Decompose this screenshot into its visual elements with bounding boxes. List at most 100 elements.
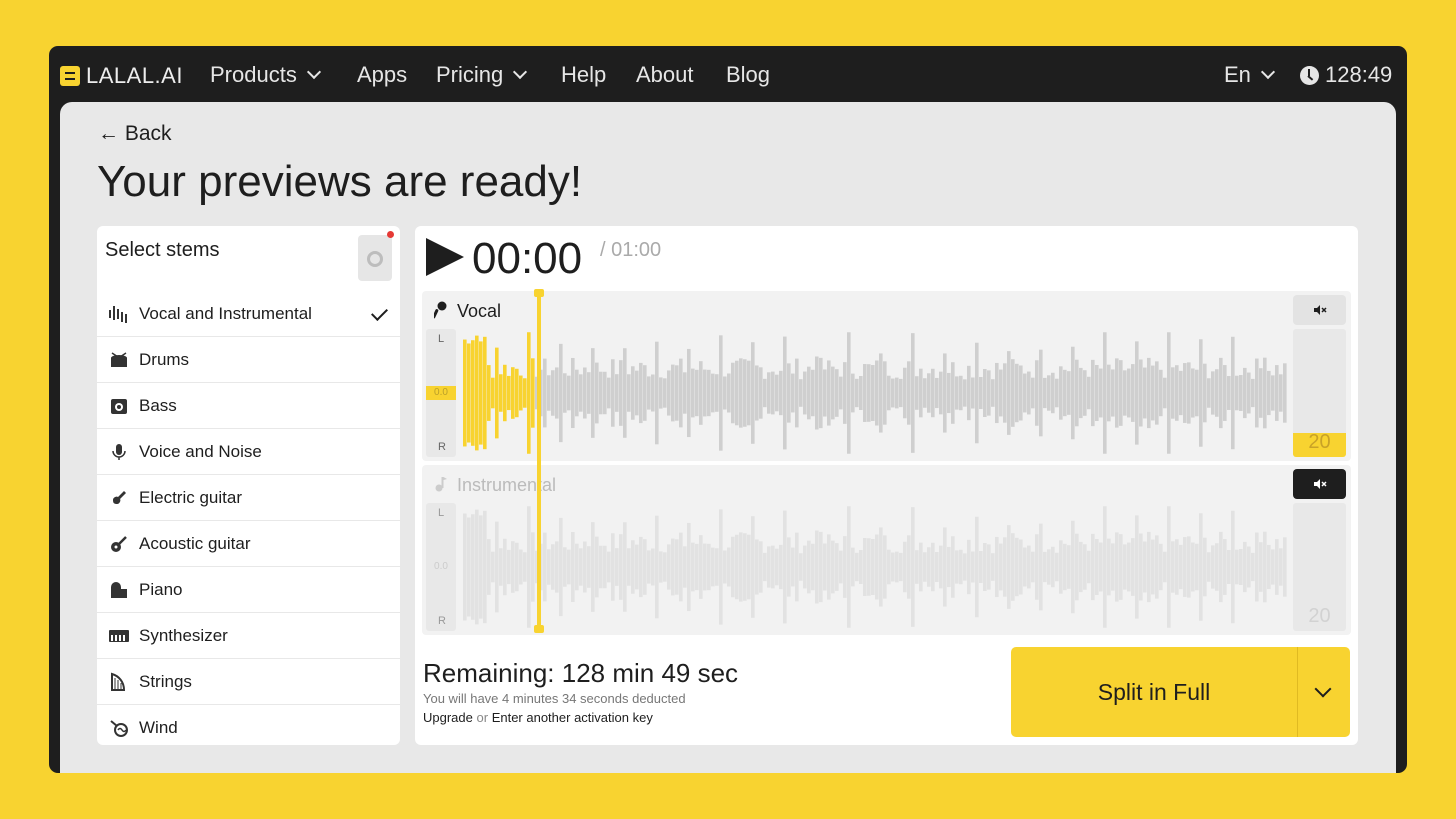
waveform-bar	[1139, 533, 1143, 601]
mute-button[interactable]	[1293, 469, 1346, 499]
stem-item[interactable]: Acoustic guitar	[97, 521, 400, 567]
waveform-bar	[1107, 364, 1111, 422]
waveform-bar	[571, 531, 575, 603]
stem-label: Acoustic guitar	[139, 533, 251, 553]
settings-button[interactable]	[358, 231, 394, 281]
nav-help[interactable]: Help	[561, 62, 606, 88]
waveform-instrumental[interactable]	[463, 505, 1287, 629]
stem-item[interactable]: Bass	[97, 383, 400, 429]
waveform-bar	[571, 357, 575, 429]
waveform-bar	[771, 545, 775, 589]
nav-blog[interactable]: Blog	[726, 62, 770, 88]
waveform-bar	[675, 539, 679, 595]
waveform-bar	[575, 543, 579, 591]
chevron-down-icon[interactable]	[1314, 680, 1332, 698]
waveform-bar	[619, 360, 623, 426]
waveform-bar	[787, 537, 791, 597]
waveform-bar	[1155, 535, 1159, 599]
play-button[interactable]	[426, 238, 464, 276]
waveform-bar	[1063, 543, 1067, 591]
waveform-bar	[1015, 363, 1019, 423]
waveform-bar	[1171, 367, 1175, 419]
waveform-bar	[699, 361, 703, 425]
deduction-note: You will have 4 minutes 34 seconds deduc…	[423, 691, 686, 706]
waveform-bar	[503, 538, 507, 596]
waveform-bar	[867, 538, 871, 596]
waveform-bar	[615, 374, 619, 412]
chevron-down-icon	[513, 64, 528, 80]
logo-text: LALAL.AI	[86, 63, 183, 88]
nav-products[interactable]: Products	[210, 62, 321, 88]
waveform-bar	[727, 373, 731, 413]
waveform-bar	[519, 375, 523, 411]
waveform-bar	[1195, 369, 1199, 417]
page-title: Your previews are ready!	[97, 157, 583, 206]
left-channel-label: L	[438, 507, 445, 519]
or-text: or	[476, 710, 489, 725]
waveform-bar	[1007, 525, 1011, 609]
playhead[interactable]	[534, 289, 544, 633]
nav-about[interactable]: About	[636, 62, 694, 88]
waveform-bar	[531, 358, 535, 428]
stem-item[interactable]: Vocal and Instrumental	[97, 291, 400, 337]
stem-label: Drums	[139, 349, 190, 369]
waveform-bar	[479, 515, 483, 619]
stem-item[interactable]: Voice and Noise	[97, 429, 400, 475]
waveform-bar	[467, 517, 471, 617]
stems-title: Select stems	[105, 239, 220, 261]
nav-pricing[interactable]: Pricing	[436, 62, 528, 88]
waveform-bar	[551, 544, 555, 590]
upgrade-link[interactable]: Upgrade	[423, 710, 473, 725]
waveform-bar	[1255, 358, 1259, 428]
split-in-full-button[interactable]: Split in Full	[1011, 647, 1350, 737]
back-link[interactable]: ← Back	[98, 122, 172, 146]
waveform-bar	[687, 522, 691, 612]
waveform-bar	[1011, 533, 1015, 601]
waveform-bar	[491, 377, 495, 409]
waveform-bar	[1211, 371, 1215, 415]
waveform-bar	[1243, 367, 1247, 419]
waveform-bar	[867, 364, 871, 422]
language-selector[interactable]: En	[1224, 62, 1275, 88]
waveform-bar	[739, 532, 743, 602]
stem-item[interactable]: Electric guitar	[97, 475, 400, 521]
electric-guitar-icon	[107, 487, 131, 509]
waveform-bar	[891, 378, 895, 408]
waveform-bar	[507, 375, 511, 411]
stem-item[interactable]: Piano	[97, 567, 400, 613]
waveform-bar	[727, 547, 731, 587]
stem-item[interactable]: Drums	[97, 337, 400, 383]
speaker-mute-icon	[1313, 479, 1327, 489]
waveform-bar	[503, 364, 507, 422]
pan-meter: L 0.0 R	[426, 503, 456, 631]
waveform-bar	[1127, 368, 1131, 418]
waveform-vocal[interactable]	[463, 331, 1287, 455]
stem-item[interactable]: Wind	[97, 705, 400, 751]
minutes-balance[interactable]: 128:49	[1300, 62, 1392, 88]
waveform-bar	[743, 533, 747, 601]
mute-button[interactable]	[1293, 295, 1346, 325]
stem-item[interactable]: Synthesizer	[97, 613, 400, 659]
volume-slider[interactable]: 20	[1293, 329, 1346, 457]
logo[interactable]: LALAL.AI	[60, 63, 183, 89]
stem-item[interactable]: Strings	[97, 659, 400, 705]
nav-apps-label: Apps	[357, 62, 408, 87]
waveform-bar	[1087, 550, 1091, 584]
waveform-bar	[1155, 361, 1159, 425]
waveform-bar	[483, 336, 487, 450]
waveform-bar	[1003, 537, 1007, 597]
waveform-bar	[807, 540, 811, 594]
waveform-bar	[851, 547, 855, 587]
waveform-bar	[1199, 513, 1203, 621]
waveform-bar	[595, 362, 599, 424]
waveform-icon	[107, 303, 131, 325]
activation-key-link[interactable]: Enter another activation key	[492, 710, 653, 725]
waveform-bar	[1091, 533, 1095, 601]
volume-slider[interactable]: 20	[1293, 503, 1346, 631]
waveform-bar	[711, 547, 715, 587]
waveform-bar	[811, 543, 815, 591]
waveform-bar	[819, 357, 823, 429]
waveform-bar	[847, 332, 851, 454]
waveform-bar	[995, 536, 999, 598]
nav-apps[interactable]: Apps	[357, 62, 407, 88]
